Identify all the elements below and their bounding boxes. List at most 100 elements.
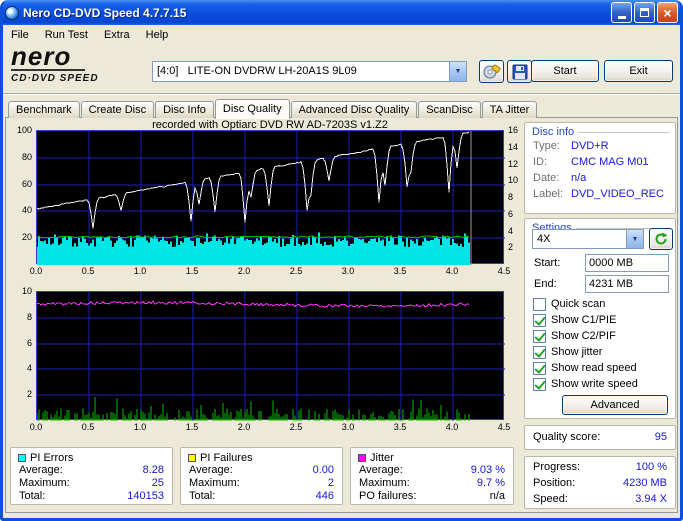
tab-disc-quality[interactable]: Disc Quality [214, 99, 290, 119]
position-label: Position: [533, 477, 576, 489]
disc-label-row: Label: DVD_VIDEO_REC [525, 186, 675, 202]
exit-button[interactable]: Exit [604, 60, 673, 82]
checkbox-row-show-c1-pie[interactable]: Show C1/PIE [533, 313, 616, 327]
pie-speed-plot [36, 130, 505, 265]
quality-score-value: 95 [654, 431, 667, 443]
start-position-label: Start: [534, 257, 561, 269]
disc-tools-icon [483, 64, 501, 78]
tab-disc-info[interactable]: Disc Info [155, 101, 214, 118]
client-area: File Run Test Extra Help nero CD·DVD SPE… [3, 25, 680, 518]
stat-row: Average: 0.00 [181, 464, 342, 477]
chevron-down-icon[interactable]: ▼ [626, 230, 643, 248]
checkbox-row-quick-scan[interactable]: Quick scan [533, 297, 605, 311]
axis-tick-label: 20 [21, 232, 32, 243]
speed-value: 3.94 X [635, 493, 667, 505]
axis-tick-label: 40 [21, 205, 32, 216]
speed-select-value: 4X [537, 233, 551, 245]
start-button[interactable]: Start [531, 60, 599, 82]
axis-tick-label: 60 [21, 178, 32, 189]
disc-label-label: Label: [533, 188, 563, 200]
axis-tick-label: 1.5 [185, 266, 199, 276]
pie-legend-icon [18, 454, 26, 462]
jitter-pif-plot [36, 291, 505, 421]
progress-value: 100 % [635, 461, 667, 473]
quick-scan-checkbox[interactable] [533, 297, 546, 311]
show-c1-pie-label: Show C1/PIE [551, 314, 617, 326]
pie-speed-chart: 100 80 60 40 20 16 14 12 10 8 6 4 2 0.0 0.5 1.0 1.5 2.0 2.… [10, 126, 530, 280]
menu-extra[interactable]: Extra [96, 27, 138, 43]
checkbox-row-show-jitter[interactable]: Show jitter [533, 345, 602, 359]
toolbar-separator [3, 93, 680, 95]
end-position-field[interactable] [585, 275, 669, 293]
quality-score-panel: Quality score: 95 [524, 425, 676, 450]
position-value: 4230 MB [622, 477, 667, 489]
axis-tick-label: 80 [21, 151, 32, 162]
advanced-button[interactable]: Advanced [562, 395, 668, 415]
show-c2-pif-checkbox[interactable] [533, 329, 546, 343]
app-window: Nero CD-DVD Speed 4.7.7.15 × File Run Te… [0, 0, 683, 521]
pi-errors-header: PI Errors [11, 448, 172, 464]
tab-ta-jitter[interactable]: TA Jitter [481, 101, 538, 118]
speed-row: Speed: 3.94 X [525, 491, 675, 507]
disc-id-value: CMC MAG M01 [571, 156, 649, 168]
window-title: Nero CD-DVD Speed 4.7.7.15 [23, 5, 187, 20]
axis-tick-label: 0.0 [29, 422, 43, 432]
stat-label: PO failures: [359, 490, 417, 502]
disc-type-value: DVD+R [571, 140, 609, 152]
quick-scan-label: Quick scan [551, 298, 606, 310]
chevron-down-icon[interactable]: ▼ [449, 62, 466, 81]
show-jitter-label: Show jitter [551, 346, 603, 358]
tab-create-disc[interactable]: Create Disc [80, 101, 155, 118]
stat-label: Maximum: [359, 477, 410, 489]
speed-select[interactable]: 4X ▼ [532, 229, 644, 249]
maximize-icon [640, 8, 649, 17]
menu-help[interactable]: Help [138, 27, 177, 43]
stat-row: Total: 446 [181, 490, 342, 503]
close-button[interactable]: × [657, 2, 678, 23]
stat-value: 0.00 [312, 464, 334, 476]
end-position-label: End: [534, 278, 557, 290]
stat-row: Average: 9.03 % [351, 464, 513, 477]
settings-panel: Settings 4X ▼ Start: End: Quick scan [524, 218, 676, 419]
save-button[interactable] [507, 60, 532, 83]
start-position-field[interactable] [585, 254, 669, 272]
pif-legend-icon [188, 454, 196, 462]
stat-row: Maximum: 2 [181, 477, 342, 490]
tab-scandisc[interactable]: ScanDisc [418, 101, 481, 118]
axis-tick-label: 4.5 [497, 266, 511, 276]
stat-row: Maximum: 25 [11, 477, 172, 490]
drive-select[interactable]: [4:0] LITE-ON DVDRW LH-20A1S 9L09 ▼ [152, 61, 467, 82]
stat-label: Total: [19, 490, 46, 502]
show-read-speed-checkbox[interactable] [533, 361, 546, 375]
stat-row: Total: 140153 [11, 490, 172, 503]
show-write-speed-checkbox[interactable] [533, 377, 546, 391]
stat-value: 140153 [127, 490, 164, 502]
disc-date-label: Date: [533, 172, 560, 184]
pi-errors-panel: PI Errors Average: 8.28 Maximum: 25 Total:… [10, 447, 173, 505]
tab-strip: Benchmark Create Disc Disc Info Disc Qua… [8, 99, 538, 119]
axis-tick-label: 2.0 [237, 266, 251, 276]
axis-tick-label: 2.5 [289, 422, 303, 432]
stat-value: 9.7 % [476, 477, 505, 489]
nero-logo-subtext: CD·DVD SPEED [11, 73, 99, 84]
disc-tools-button[interactable] [479, 60, 504, 83]
minimize-button[interactable] [611, 2, 632, 23]
show-jitter-checkbox[interactable] [533, 345, 546, 359]
drive-select-value: [4:0] LITE-ON DVDRW LH-20A1S 9L09 [157, 65, 357, 77]
refresh-button[interactable] [649, 228, 673, 250]
checkbox-row-show-write-speed[interactable]: Show write speed [533, 377, 638, 391]
show-c1-pie-checkbox[interactable] [533, 313, 546, 327]
progress-row: Progress: 100 % [525, 459, 675, 475]
tab-advanced-disc-quality[interactable]: Advanced Disc Quality [290, 101, 418, 118]
stat-row: PO failures: n/a [351, 490, 513, 503]
titlebar[interactable]: Nero CD-DVD Speed 4.7.7.15 × [3, 0, 680, 25]
tab-benchmark[interactable]: Benchmark [8, 101, 80, 118]
checkbox-row-show-c2-pif[interactable]: Show C2/PIF [533, 329, 616, 343]
app-icon [5, 5, 19, 20]
jitter-panel: Jitter Average: 9.03 % Maximum: 9.7 % PO f… [350, 447, 514, 505]
checkbox-row-show-read-speed[interactable]: Show read speed [533, 361, 637, 375]
refresh-icon [655, 232, 668, 245]
maximize-button[interactable] [634, 2, 655, 23]
axis-tick-label: 3.0 [341, 422, 355, 432]
stat-value: 25 [151, 477, 164, 489]
